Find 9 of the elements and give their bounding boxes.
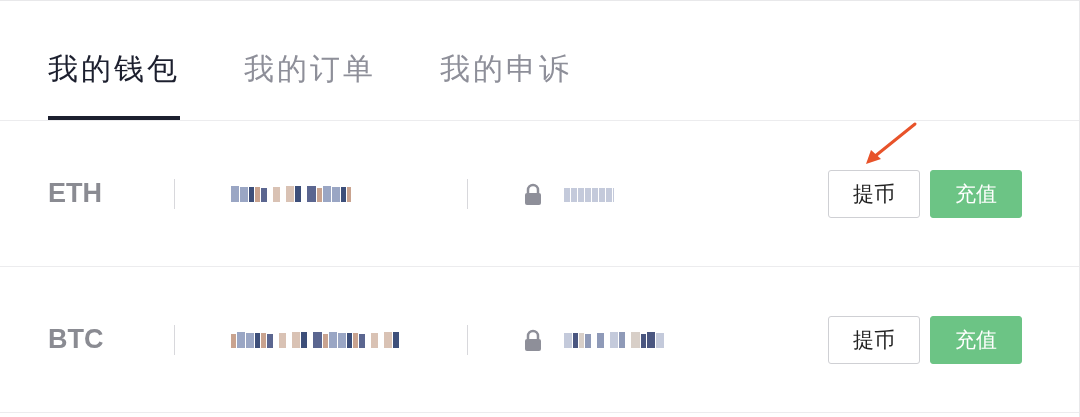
deposit-button[interactable]: 充值 <box>930 315 1022 364</box>
currency-name: BTC <box>48 324 105 355</box>
currency-name: ETH <box>48 178 103 209</box>
tab[interactable]: 我的钱包 <box>48 49 180 120</box>
deposit-button[interactable]: 充值 <box>930 169 1022 218</box>
withdraw-button[interactable]: 提币 <box>828 169 920 218</box>
tab[interactable]: 我的申诉 <box>440 49 572 120</box>
tab[interactable]: 我的订单 <box>244 49 376 120</box>
withdraw-button[interactable]: 提币 <box>828 315 920 364</box>
